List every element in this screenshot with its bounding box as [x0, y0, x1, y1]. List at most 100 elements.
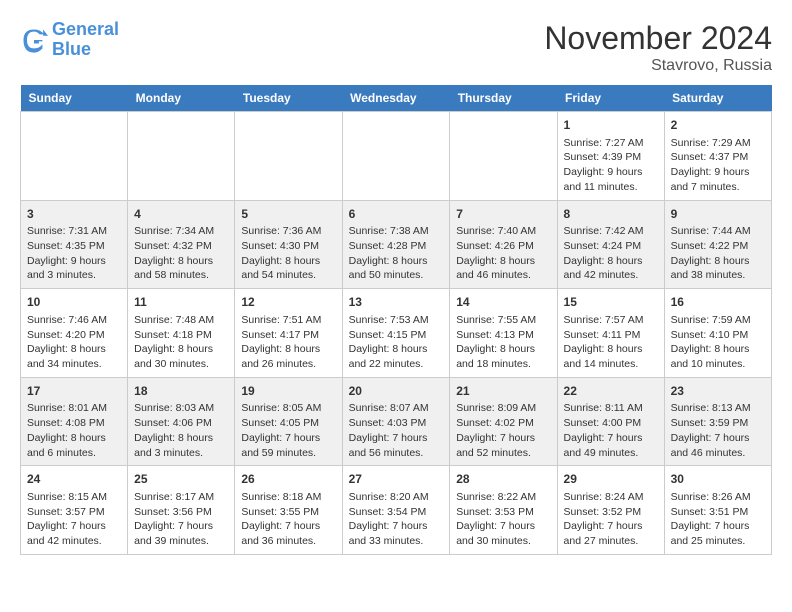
- day-detail: Daylight: 8 hours and 38 minutes.: [671, 254, 765, 283]
- day-detail: Daylight: 7 hours and 27 minutes.: [564, 519, 658, 548]
- day-detail: Sunrise: 8:15 AM: [27, 490, 121, 505]
- day-detail: Daylight: 8 hours and 58 minutes.: [134, 254, 228, 283]
- day-detail: Daylight: 8 hours and 14 minutes.: [564, 342, 658, 371]
- calendar-cell: 17Sunrise: 8:01 AMSunset: 4:08 PMDayligh…: [21, 377, 128, 466]
- day-number: 30: [671, 471, 765, 488]
- day-detail: Sunrise: 7:59 AM: [671, 313, 765, 328]
- calendar-week-row: 24Sunrise: 8:15 AMSunset: 3:57 PMDayligh…: [21, 466, 772, 555]
- day-detail: Sunrise: 8:18 AM: [241, 490, 335, 505]
- day-number: 5: [241, 206, 335, 223]
- day-number: 2: [671, 117, 765, 134]
- day-detail: Daylight: 8 hours and 18 minutes.: [456, 342, 550, 371]
- calendar-cell: 10Sunrise: 7:46 AMSunset: 4:20 PMDayligh…: [21, 289, 128, 378]
- day-detail: Daylight: 7 hours and 42 minutes.: [27, 519, 121, 548]
- day-detail: Sunrise: 7:34 AM: [134, 224, 228, 239]
- day-detail: Sunrise: 7:29 AM: [671, 136, 765, 151]
- day-detail: Sunrise: 8:05 AM: [241, 401, 335, 416]
- day-detail: Sunrise: 8:22 AM: [456, 490, 550, 505]
- day-detail: Sunrise: 7:31 AM: [27, 224, 121, 239]
- day-detail: Sunset: 4:20 PM: [27, 328, 121, 343]
- calendar-cell: 23Sunrise: 8:13 AMSunset: 3:59 PMDayligh…: [664, 377, 771, 466]
- calendar-cell: 28Sunrise: 8:22 AMSunset: 3:53 PMDayligh…: [450, 466, 557, 555]
- day-number: 8: [564, 206, 658, 223]
- day-detail: Daylight: 7 hours and 36 minutes.: [241, 519, 335, 548]
- day-detail: Daylight: 9 hours and 11 minutes.: [564, 165, 658, 194]
- day-detail: Sunrise: 7:42 AM: [564, 224, 658, 239]
- calendar-cell: 25Sunrise: 8:17 AMSunset: 3:56 PMDayligh…: [128, 466, 235, 555]
- title-block: November 2024 Stavrovo, Russia: [544, 20, 772, 75]
- calendar-cell: 22Sunrise: 8:11 AMSunset: 4:00 PMDayligh…: [557, 377, 664, 466]
- location: Stavrovo, Russia: [544, 57, 772, 75]
- day-detail: Daylight: 8 hours and 26 minutes.: [241, 342, 335, 371]
- calendar-cell: [21, 112, 128, 201]
- day-number: 24: [27, 471, 121, 488]
- day-detail: Daylight: 7 hours and 25 minutes.: [671, 519, 765, 548]
- day-number: 7: [456, 206, 550, 223]
- day-detail: Sunrise: 8:24 AM: [564, 490, 658, 505]
- day-number: 16: [671, 294, 765, 311]
- day-of-week-header: Sunday: [21, 85, 128, 112]
- day-detail: Sunrise: 7:38 AM: [349, 224, 444, 239]
- day-detail: Daylight: 7 hours and 33 minutes.: [349, 519, 444, 548]
- day-detail: Daylight: 9 hours and 3 minutes.: [27, 254, 121, 283]
- calendar-week-row: 1Sunrise: 7:27 AMSunset: 4:39 PMDaylight…: [21, 112, 772, 201]
- day-of-week-header: Thursday: [450, 85, 557, 112]
- day-detail: Sunset: 3:56 PM: [134, 505, 228, 520]
- calendar-cell: 9Sunrise: 7:44 AMSunset: 4:22 PMDaylight…: [664, 200, 771, 289]
- day-detail: Sunset: 4:24 PM: [564, 239, 658, 254]
- day-detail: Sunset: 4:30 PM: [241, 239, 335, 254]
- day-detail: Sunset: 4:17 PM: [241, 328, 335, 343]
- calendar-header-row: SundayMondayTuesdayWednesdayThursdayFrid…: [21, 85, 772, 112]
- day-detail: Daylight: 8 hours and 42 minutes.: [564, 254, 658, 283]
- day-detail: Sunrise: 7:46 AM: [27, 313, 121, 328]
- day-number: 11: [134, 294, 228, 311]
- day-number: 12: [241, 294, 335, 311]
- day-detail: Sunset: 4:08 PM: [27, 416, 121, 431]
- day-detail: Sunset: 4:22 PM: [671, 239, 765, 254]
- day-detail: Sunrise: 8:17 AM: [134, 490, 228, 505]
- day-detail: Sunset: 3:57 PM: [27, 505, 121, 520]
- day-detail: Sunset: 3:54 PM: [349, 505, 444, 520]
- calendar-cell: 4Sunrise: 7:34 AMSunset: 4:32 PMDaylight…: [128, 200, 235, 289]
- day-detail: Sunrise: 7:44 AM: [671, 224, 765, 239]
- day-of-week-header: Saturday: [664, 85, 771, 112]
- day-detail: Sunrise: 7:55 AM: [456, 313, 550, 328]
- day-detail: Sunset: 4:32 PM: [134, 239, 228, 254]
- day-number: 20: [349, 383, 444, 400]
- logo: General Blue: [20, 20, 119, 60]
- day-detail: Sunrise: 7:36 AM: [241, 224, 335, 239]
- day-detail: Sunset: 4:26 PM: [456, 239, 550, 254]
- day-detail: Daylight: 8 hours and 22 minutes.: [349, 342, 444, 371]
- calendar-cell: 20Sunrise: 8:07 AMSunset: 4:03 PMDayligh…: [342, 377, 450, 466]
- day-detail: Sunrise: 8:03 AM: [134, 401, 228, 416]
- day-detail: Sunrise: 8:13 AM: [671, 401, 765, 416]
- calendar-cell: [128, 112, 235, 201]
- day-detail: Daylight: 8 hours and 50 minutes.: [349, 254, 444, 283]
- day-detail: Sunrise: 8:07 AM: [349, 401, 444, 416]
- day-detail: Daylight: 7 hours and 39 minutes.: [134, 519, 228, 548]
- day-detail: Sunrise: 7:57 AM: [564, 313, 658, 328]
- day-detail: Sunset: 4:13 PM: [456, 328, 550, 343]
- calendar-cell: 19Sunrise: 8:05 AMSunset: 4:05 PMDayligh…: [235, 377, 342, 466]
- day-number: 19: [241, 383, 335, 400]
- calendar-cell: 12Sunrise: 7:51 AMSunset: 4:17 PMDayligh…: [235, 289, 342, 378]
- day-number: 21: [456, 383, 550, 400]
- day-number: 10: [27, 294, 121, 311]
- day-of-week-header: Tuesday: [235, 85, 342, 112]
- calendar-cell: 21Sunrise: 8:09 AMSunset: 4:02 PMDayligh…: [450, 377, 557, 466]
- calendar-cell: [235, 112, 342, 201]
- day-detail: Sunset: 4:05 PM: [241, 416, 335, 431]
- day-number: 9: [671, 206, 765, 223]
- logo-text: General Blue: [52, 20, 119, 60]
- day-number: 29: [564, 471, 658, 488]
- day-number: 17: [27, 383, 121, 400]
- day-detail: Sunrise: 8:09 AM: [456, 401, 550, 416]
- day-detail: Sunset: 3:52 PM: [564, 505, 658, 520]
- day-detail: Sunset: 4:11 PM: [564, 328, 658, 343]
- day-detail: Daylight: 9 hours and 7 minutes.: [671, 165, 765, 194]
- day-number: 6: [349, 206, 444, 223]
- calendar-cell: 1Sunrise: 7:27 AMSunset: 4:39 PMDaylight…: [557, 112, 664, 201]
- day-detail: Daylight: 7 hours and 59 minutes.: [241, 431, 335, 460]
- calendar-cell: 5Sunrise: 7:36 AMSunset: 4:30 PMDaylight…: [235, 200, 342, 289]
- day-of-week-header: Monday: [128, 85, 235, 112]
